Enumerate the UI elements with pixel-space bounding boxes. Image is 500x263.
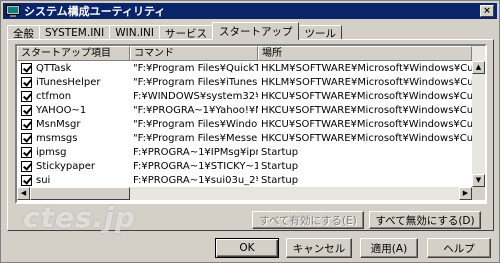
item-name: ctfmon bbox=[36, 90, 72, 102]
item-cell: ctfmon bbox=[17, 90, 130, 102]
title-bar[interactable]: システム構成ユーティリティ × bbox=[3, 3, 497, 19]
scroll-up-icon[interactable]: ▲ bbox=[472, 61, 485, 74]
item-cell: ipmsg bbox=[17, 146, 130, 158]
scroll-right-icon[interactable]: ▶ bbox=[459, 187, 472, 200]
item-name: YAHOO~1 bbox=[36, 104, 87, 116]
column-header-location[interactable]: 場所 bbox=[258, 46, 472, 61]
disable-all-button[interactable]: すべて無効にする(D) bbox=[369, 211, 481, 229]
tab-system-ini[interactable]: SYSTEM.INI bbox=[39, 25, 111, 40]
command-cell: F:¥PROGRA~1¥sui03u_2¥suie... bbox=[133, 174, 258, 186]
item-cell: QTTask bbox=[17, 62, 130, 74]
startup-checkbox[interactable] bbox=[21, 174, 32, 186]
command-cell: "F:¥Program Files¥Messenge... bbox=[133, 132, 258, 144]
item-cell: iTunesHelper bbox=[17, 76, 130, 88]
watermark: ctes.jp bbox=[23, 201, 136, 234]
startup-checkbox[interactable] bbox=[21, 160, 32, 172]
location-cell: HKCU¥SOFTWARE¥Microsoft¥Windows¥CurrentV… bbox=[261, 132, 472, 144]
ok-button[interactable]: OK bbox=[215, 238, 279, 258]
startup-checkbox[interactable] bbox=[21, 104, 32, 116]
scrollbar-corner bbox=[472, 187, 485, 200]
window-title: システム構成ユーティリティ bbox=[24, 5, 166, 18]
app-icon bbox=[6, 5, 20, 17]
command-cell: "F:¥Program Files¥QuickTim... bbox=[133, 62, 258, 74]
location-cell: HKLM¥SOFTWARE¥Microsoft¥Windows¥CurrentV… bbox=[261, 62, 472, 74]
location-cell: HKCU¥SOFTWARE¥Microsoft¥Windows¥CurrentV… bbox=[261, 104, 472, 116]
tab-startup[interactable]: スタートアップ bbox=[211, 22, 300, 40]
list-row[interactable]: ctfmon F:¥WINDOWS¥system32¥ctfm...HKCU¥SO… bbox=[17, 89, 472, 103]
item-cell: MsnMsgr bbox=[17, 118, 130, 130]
startup-list: スタートアップ項目 コマンド 場所 QTTask "F:¥Program File… bbox=[15, 44, 487, 204]
location-cell: HKCU¥SOFTWARE¥Microsoft¥Windows¥CurrentV… bbox=[261, 118, 472, 130]
command-cell: F:¥WINDOWS¥system32¥ctfm... bbox=[133, 90, 258, 102]
startup-checkbox[interactable] bbox=[21, 76, 32, 88]
command-cell: F:¥PROGRA~1¥STICKY~1¥ST... bbox=[133, 160, 258, 172]
item-name: msmsgs bbox=[36, 132, 78, 144]
enable-all-button[interactable]: すべて有効にする(E) bbox=[252, 211, 364, 229]
item-cell: Stickypaper bbox=[17, 160, 130, 172]
scroll-left-icon[interactable]: ◀ bbox=[17, 187, 30, 200]
item-cell: sui bbox=[17, 174, 130, 186]
list-row[interactable]: sui F:¥PROGRA~1¥sui03u_2¥suie...Startup bbox=[17, 173, 472, 187]
location-cell: Startup bbox=[261, 146, 299, 158]
item-name: QTTask bbox=[36, 62, 72, 74]
startup-checkbox[interactable] bbox=[21, 90, 32, 102]
tab-tools[interactable]: ツール bbox=[298, 25, 342, 40]
tab-win-ini[interactable]: WIN.INI bbox=[109, 25, 160, 40]
command-cell: "F:¥PROGRA~1¥Yahoo!¥MES... bbox=[133, 104, 258, 116]
apply-button[interactable]: 適用(A) bbox=[360, 238, 418, 258]
item-name: MsnMsgr bbox=[36, 118, 81, 130]
list-row[interactable]: MsnMsgr "F:¥Program Files¥Windows ...HKCU… bbox=[17, 117, 472, 131]
item-name: Stickypaper bbox=[36, 160, 95, 172]
tab-general[interactable]: 全般 bbox=[7, 25, 40, 40]
list-row[interactable]: YAHOO~1 "F:¥PROGRA~1¥Yahoo!¥MES...HKCU¥SO… bbox=[17, 103, 472, 117]
startup-checkbox[interactable] bbox=[21, 146, 32, 158]
help-button[interactable]: ヘルプ bbox=[427, 238, 491, 258]
close-icon[interactable]: × bbox=[480, 5, 494, 17]
location-cell: Startup bbox=[261, 160, 299, 172]
horizontal-scrollbar[interactable]: ◀ ▶ bbox=[17, 187, 472, 200]
startup-checkbox[interactable] bbox=[21, 118, 32, 130]
list-row[interactable]: msmsgs "F:¥Program Files¥Messenge...HKCU¥… bbox=[17, 131, 472, 145]
item-cell: msmsgs bbox=[17, 132, 130, 144]
tab-services[interactable]: サービス bbox=[158, 25, 213, 40]
scroll-down-icon[interactable]: ▼ bbox=[472, 174, 485, 187]
column-header-item[interactable]: スタートアップ項目 bbox=[17, 46, 130, 61]
command-cell: "F:¥Program Files¥iTunes¥iT... bbox=[133, 76, 258, 88]
cancel-button[interactable]: キャンセル bbox=[286, 238, 352, 258]
column-header-command[interactable]: コマンド bbox=[130, 46, 258, 61]
location-cell: Startup bbox=[261, 174, 299, 186]
command-cell: "F:¥Program Files¥Windows ... bbox=[133, 118, 258, 130]
location-cell: HKCU¥SOFTWARE¥Microsoft¥Windows¥CurrentV… bbox=[261, 90, 472, 102]
list-row[interactable]: ipmsg F:¥PROGRA~1¥IPMsg¥ipmsg...Startup bbox=[17, 145, 472, 159]
item-name: iTunesHelper bbox=[36, 76, 101, 88]
list-row[interactable]: Stickypaper F:¥PROGRA~1¥STICKY~1¥ST...Sta… bbox=[17, 159, 472, 173]
vertical-scrollbar[interactable]: ▲ ▼ bbox=[472, 46, 485, 187]
list-row[interactable]: iTunesHelper "F:¥Program Files¥iTunes¥iT.… bbox=[17, 75, 472, 89]
msconfig-window: システム構成ユーティリティ × 全般 SYSTEM.INI WIN.INI サー… bbox=[0, 0, 500, 263]
list-rows: QTTask "F:¥Program Files¥QuickTim...HKLM¥… bbox=[17, 61, 472, 202]
list-header: スタートアップ項目 コマンド 場所 bbox=[17, 46, 472, 61]
tab-strip: 全般 SYSTEM.INI WIN.INI サービス スタートアップ ツール bbox=[7, 22, 342, 40]
item-name: ipmsg bbox=[36, 146, 67, 158]
horizontal-scroll-thumb[interactable] bbox=[30, 187, 130, 200]
command-cell: F:¥PROGRA~1¥IPMsg¥ipmsg... bbox=[133, 146, 258, 158]
item-cell: YAHOO~1 bbox=[17, 104, 130, 116]
location-cell: HKLM¥SOFTWARE¥Microsoft¥Windows¥CurrentV… bbox=[261, 76, 472, 88]
list-row[interactable]: QTTask "F:¥Program Files¥QuickTim...HKLM¥… bbox=[17, 61, 472, 75]
startup-checkbox[interactable] bbox=[21, 62, 32, 74]
startup-checkbox[interactable] bbox=[21, 132, 32, 144]
item-name: sui bbox=[36, 174, 51, 186]
